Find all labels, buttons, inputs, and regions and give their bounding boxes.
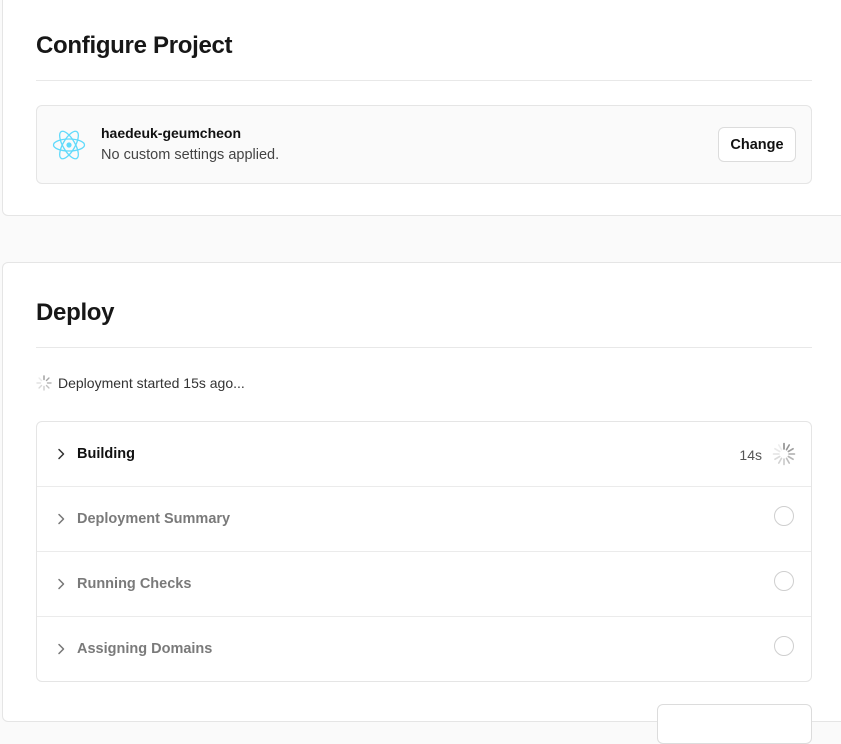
deployment-status-text: Deployment started 15s ago...: [58, 375, 245, 391]
configure-project-title: Configure Project: [36, 32, 233, 59]
step-label: Deployment Summary: [77, 511, 231, 527]
step-label: Building: [77, 446, 135, 462]
chevron-right-icon: [58, 578, 65, 590]
deployment-steps-list: Building 14s Deployment Summary Running …: [36, 421, 812, 682]
deployment-status: Deployment started 15s ago...: [36, 373, 245, 393]
project-name: haedeuk-geumcheon: [101, 125, 242, 141]
pending-circle-icon: [774, 506, 794, 526]
step-deployment-summary[interactable]: Deployment Summary: [37, 487, 811, 552]
loading-spinner-icon: [772, 442, 796, 466]
deploy-card: Deploy Deployment started 15s ago... Bui…: [2, 262, 841, 744]
step-duration: 14s: [739, 447, 762, 463]
project-settings-status: No custom settings applied.: [101, 147, 280, 163]
step-building[interactable]: Building 14s: [37, 422, 811, 487]
deploy-title: Deploy: [36, 299, 115, 326]
react-icon: [52, 130, 86, 160]
deploy-divider: [36, 347, 812, 348]
pending-circle-icon: [774, 636, 794, 656]
step-label: Running Checks: [77, 576, 192, 592]
change-project-button[interactable]: Change: [718, 127, 796, 162]
chevron-right-icon: [58, 513, 65, 525]
bottom-action-button[interactable]: [657, 704, 812, 744]
step-assigning-domains[interactable]: Assigning Domains: [37, 617, 811, 682]
project-info-box: haedeuk-geumcheon No custom settings app…: [36, 105, 812, 184]
chevron-right-icon: [58, 448, 65, 460]
loading-spinner-icon: [36, 375, 52, 391]
pending-circle-icon: [774, 571, 794, 591]
step-running-checks[interactable]: Running Checks: [37, 552, 811, 617]
chevron-right-icon: [58, 643, 65, 655]
step-label: Assigning Domains: [77, 641, 213, 657]
configure-project-card: Configure Project haedeuk-geumcheon No c…: [2, 0, 841, 216]
configure-divider: [36, 80, 812, 81]
